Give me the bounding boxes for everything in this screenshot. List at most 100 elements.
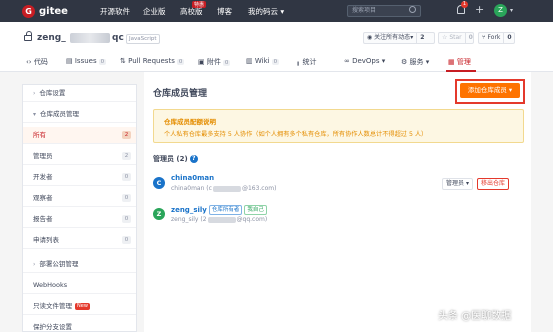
notification-badge: 1 — [461, 1, 468, 8]
tab-issues-count: 0 — [98, 59, 107, 65]
avatar[interactable]: Z — [494, 4, 507, 17]
tab-services[interactable]: ⚙ 服务 ▾ — [401, 57, 429, 67]
remove-member-button[interactable]: 移出仓库 — [477, 178, 510, 190]
tab-wiki[interactable]: ▥ Wiki 0 — [246, 57, 280, 65]
tab-pull-requests-label: Pull Requests — [128, 57, 175, 65]
settings-sidebar: › 仓库设置 ▾ 仓库成员管理 所有 2 管理员 2 开发者 0 观察者 0 报告者 0 申请… — [22, 84, 137, 332]
chevron-down-icon[interactable]: ▾ — [510, 7, 513, 14]
search-icon[interactable] — [409, 6, 416, 13]
eye-icon: ◉ — [367, 34, 373, 41]
notice-title: 仓库成员配额说明 — [164, 118, 216, 126]
sidebar-item-reporters[interactable]: 报告者 0 — [23, 211, 136, 228]
star-button[interactable]: ☆ Star 0 — [438, 32, 474, 44]
count-badge: 2 — [122, 131, 131, 139]
nav-my-gitee[interactable]: 我的码云 ▾ — [248, 6, 284, 17]
admins-heading: 管理员 (2)? — [153, 154, 198, 164]
repo-name[interactable]: qc — [112, 33, 124, 43]
tab-code-label: 代码 — [33, 58, 48, 66]
chart-icon: ╻ — [296, 58, 301, 66]
notice-text: 个人私有仓库最多支持 5 人协作（如个人拥有多个私有仓库，所有协作人数总计不得超… — [164, 131, 428, 138]
services-icon: ⚙ — [401, 58, 408, 66]
sidebar-item-admins[interactable]: 管理员 2 — [23, 148, 136, 165]
fork-label: Fork — [487, 34, 501, 41]
avatar[interactable]: Z — [153, 208, 165, 220]
code-icon: ‹› — [26, 58, 32, 66]
tab-code[interactable]: ‹› 代码 — [26, 57, 48, 67]
member-name[interactable]: zeng_sily — [171, 206, 207, 214]
owner-tag: 仓库所有者 — [208, 205, 243, 215]
tab-manage-label: 管理 — [456, 58, 471, 66]
sidebar-item-label: 申请列表 — [33, 236, 59, 244]
nav-open-source[interactable]: 开源软件 — [100, 6, 130, 17]
sidebar-item-applications[interactable]: 申请列表 0 — [23, 232, 136, 249]
member-email-prefix: zeng_sily (2 — [171, 216, 207, 223]
role-select[interactable]: 管理员 ▾ — [442, 178, 473, 190]
self-tag: 我自己 — [244, 205, 267, 215]
sidebar-item-webhooks[interactable]: WebHooks — [23, 277, 136, 294]
tab-services-label: 服务 — [409, 58, 424, 66]
tab-manage[interactable]: ▦ 管理 — [448, 57, 471, 67]
repo-owner[interactable]: zeng_ — [37, 33, 66, 43]
role-select-label: 管理员 — [446, 180, 465, 187]
member-row: Z zeng_sily 仓库所有者 我自己 zeng_sily (2 @qq.com) — [153, 203, 525, 233]
tab-stats[interactable]: ╻ 统计 — [296, 57, 316, 67]
language-tag: JavaScript — [126, 34, 160, 44]
tab-issues-label: Issues — [74, 57, 97, 65]
members-panel: 仓库成员管理 添加仓库成员 ▾ 仓库成员配额说明 个人私有仓库最多支持 5 人协… — [144, 72, 531, 332]
add-member-button[interactable]: 添加仓库成员 ▾ — [460, 83, 520, 98]
attachment-icon: ▣ — [198, 58, 205, 66]
nav-enterprise[interactable]: 企业版 — [143, 6, 166, 17]
sidebar-item-repo-settings[interactable]: › 仓库设置 — [23, 85, 136, 102]
sidebar-item-label: 仓库成员管理 — [40, 110, 80, 118]
chevron-right-icon: › — [33, 90, 36, 97]
redacted-region — [212, 185, 241, 192]
star-label: Star — [449, 34, 462, 41]
chevron-down-icon: ▾ — [465, 180, 469, 187]
issues-icon: ▤ — [66, 57, 73, 65]
sidebar-item-label: WebHooks — [33, 281, 68, 289]
count-badge: 0 — [122, 194, 131, 202]
tab-stats-label: 统计 — [302, 58, 317, 66]
count-badge: 2 — [122, 152, 131, 160]
member-email: zeng_sily (2 @qq.com) — [171, 216, 267, 223]
tab-attachments[interactable]: ▣ 附件 0 — [198, 57, 231, 67]
devops-icon: ∞ — [344, 57, 350, 65]
chevron-down-icon: ▾ — [508, 86, 513, 94]
tab-pull-requests[interactable]: ⇅ Pull Requests 0 — [120, 57, 185, 65]
tab-issues[interactable]: ▤ Issues 0 — [66, 57, 107, 65]
repo-tabs: ‹› 代码 ▤ Issues 0 ⇅ Pull Requests 0 ▣ 附件 0 ▥… — [24, 54, 544, 72]
chevron-down-icon: ▾ — [33, 111, 37, 118]
sidebar-section-members[interactable]: ▾ 仓库成员管理 — [23, 106, 136, 123]
nav-education[interactable]: 高校版 — [180, 6, 203, 17]
star-count: 0 — [464, 33, 473, 43]
sidebar-item-label: 开发者 — [33, 173, 53, 181]
member-name[interactable]: china0man — [171, 174, 214, 182]
fork-count: 0 — [503, 33, 514, 43]
tab-attachments-count: 0 — [222, 60, 231, 66]
sidebar-item-protected-branches[interactable]: 保护分支设置 — [23, 319, 136, 332]
avatar[interactable]: C — [153, 177, 165, 189]
add-member-label: 添加仓库成员 — [467, 86, 507, 94]
chevron-down-icon: ▾ — [280, 7, 285, 16]
sidebar-item-developers[interactable]: 开发者 0 — [23, 169, 136, 186]
help-icon[interactable]: ? — [189, 155, 198, 163]
tab-devops-label: DevOps — [352, 57, 380, 65]
plus-icon[interactable]: + — [475, 3, 484, 16]
nav-blog[interactable]: 博客 — [217, 6, 232, 17]
fork-button[interactable]: ⑂ Fork 0 — [478, 32, 515, 44]
sidebar-item-deploy-keys[interactable]: › 部署公钥管理 — [23, 256, 136, 273]
gitee-logo[interactable]: G gitee — [22, 4, 68, 18]
sidebar-item-all[interactable]: 所有 2 — [23, 127, 136, 144]
top-navbar: G gitee 开源软件 企业版 特惠 高校版 博客 我的码云 ▾ 搜索项目 1… — [0, 0, 553, 22]
sidebar-item-label: 仓库设置 — [39, 89, 66, 97]
nav-my-gitee-label: 我的码云 — [248, 7, 278, 16]
sidebar-item-label: 所有 — [33, 131, 46, 139]
member-email-suffix: @qq.com) — [236, 216, 268, 223]
sidebar-item-observers[interactable]: 观察者 0 — [23, 190, 136, 207]
tab-devops[interactable]: ∞ DevOps ▾ — [344, 57, 385, 65]
member-email-prefix: china0man (c — [171, 185, 212, 192]
sidebar-item-label: 报告者 — [33, 215, 53, 223]
star-icon: ☆ — [442, 34, 448, 41]
watch-button[interactable]: ◉ 关注所有动态▾ 2 — [363, 32, 435, 44]
sidebar-item-readonly-files[interactable]: 只读文件管理 New — [23, 298, 136, 315]
